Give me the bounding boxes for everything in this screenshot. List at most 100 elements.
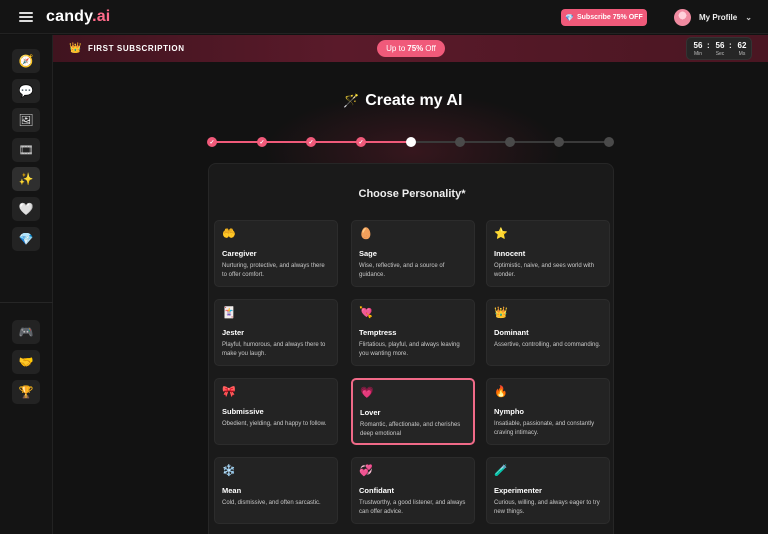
personality-card-confidant[interactable]: 💞 Confidant Trustworthy, a good listener, … xyxy=(351,457,475,524)
personality-panel: Choose Personality* 🤲 Caregiver Nurturing,… xyxy=(208,163,614,534)
timer-ms-label: Ms xyxy=(738,51,746,57)
step-2: ✓ xyxy=(257,137,267,147)
compass-icon: 🧭 xyxy=(18,54,34,68)
timer-ms: 62 xyxy=(737,41,747,50)
personality-card-experimenter[interactable]: 🧪 Experimenter Curious, willing, and alway… xyxy=(486,457,610,524)
personality-description: Trustworthy, a good listener, and always… xyxy=(359,500,466,515)
sidebar-item-collection[interactable]: 🎞 xyxy=(12,138,40,162)
magic-wand-icon: 🪄 xyxy=(343,93,360,108)
submissive-icon: 🎀 xyxy=(222,386,236,398)
chevron-down-icon: ⌄ xyxy=(745,12,752,22)
sidebar-item-affiliate[interactable]: 🤝 xyxy=(12,350,40,374)
step-9 xyxy=(604,137,614,147)
personality-card-mean[interactable]: ❄️ Mean Cold, dismissive, and often sarcas… xyxy=(214,457,338,524)
personality-title: Temptress xyxy=(359,328,397,337)
personality-title: Mean xyxy=(222,486,242,495)
personality-title: Submissive xyxy=(222,407,264,416)
diamond-icon: 💎 xyxy=(18,232,34,246)
timer-seconds: 56 xyxy=(715,41,725,50)
magic-wand-icon: ✨ xyxy=(18,172,34,186)
subscribe-button[interactable]: 💎 Subscribe 75% OFF xyxy=(561,9,647,26)
heart-pair-icon: 🤍 xyxy=(18,202,34,216)
discord-icon: 🎮 xyxy=(18,325,34,339)
personality-title: Caregiver xyxy=(222,249,257,258)
profile-menu[interactable]: My Profile ⌄ xyxy=(674,8,752,26)
personality-description: Curious, willing, and always eager to tr… xyxy=(494,500,600,515)
personality-card-submissive[interactable]: 🎀 Submissive Obedient, yielding, and happy… xyxy=(214,378,338,445)
sidebar-item-chat[interactable]: 💬 xyxy=(12,79,40,103)
step-5 xyxy=(406,137,416,147)
personality-description: Romantic, affectionate, and cherishes de… xyxy=(360,422,461,437)
personality-description: Wise, reflective, and a source of guidan… xyxy=(359,263,445,278)
lover-icon: 💗 xyxy=(360,387,374,399)
experimenter-icon: 🧪 xyxy=(494,465,508,477)
chat-icon: 💬 xyxy=(18,84,34,98)
affiliate-icon: 🤝 xyxy=(18,355,34,369)
personality-card-caregiver[interactable]: 🤲 Caregiver Nurturing, protective, and alw… xyxy=(214,220,338,287)
sidebar-item-gallery[interactable]: 🖼 xyxy=(12,108,40,132)
personality-description: Nurturing, protective, and always there … xyxy=(222,263,325,278)
menu-icon[interactable] xyxy=(19,12,33,22)
countdown-timer: 56 Min : 56 Sec : 62 Ms xyxy=(686,37,752,60)
step-6 xyxy=(455,137,465,147)
caregiver-icon: 🤲 xyxy=(222,228,236,240)
confidant-icon: 💞 xyxy=(359,465,373,477)
timer-minutes-label: Min xyxy=(693,51,703,57)
logo-text: candy xyxy=(46,8,93,25)
step-8 xyxy=(554,137,564,147)
step-7 xyxy=(505,137,515,147)
logo[interactable]: candy.ai xyxy=(46,8,110,26)
personality-card-sage[interactable]: 🥚 Sage Wise, reflective, and a source of g… xyxy=(351,220,475,287)
sage-icon: 🥚 xyxy=(359,228,373,240)
pill-percent: 75% xyxy=(407,44,424,53)
step-1: ✓ xyxy=(207,137,217,147)
promo-banner[interactable]: 👑 FIRST SUBSCRIPTION Up to 75% Off 56 Min… xyxy=(53,35,768,62)
personality-description: Playful, humorous, and always there to m… xyxy=(222,342,326,357)
page-title: 🪄 Create my AI xyxy=(343,91,462,111)
personality-title: Innocent xyxy=(494,249,526,258)
crown-icon: 👑 xyxy=(69,43,82,54)
main-content: 🪄 Create my AI ✓ ✓ ✓ ✓ Choose Personality* … xyxy=(53,62,768,534)
personality-title: Experimenter xyxy=(494,486,542,495)
sidebar-item-premium[interactable]: 💎 xyxy=(12,227,40,251)
personality-description: Cold, dismissive, and often sarcastic. xyxy=(222,500,321,506)
timer-seconds-label: Sec xyxy=(715,51,725,57)
personality-card-nympho[interactable]: 🔥 Nympho Insatiable, passionate, and const… xyxy=(486,378,610,445)
personality-description: Insatiable, passionate, and constantly c… xyxy=(494,421,595,436)
pill-prefix: Up to xyxy=(386,44,406,53)
personality-title: Jester xyxy=(222,328,245,337)
personality-card-lover[interactable]: 💗 Lover Romantic, affectionate, and cheris… xyxy=(351,378,475,445)
profile-label: My Profile xyxy=(699,12,738,22)
personality-card-temptress[interactable]: 💘 Temptress Flirtatious, playful, and alwa… xyxy=(351,299,475,366)
personality-title: Dominant xyxy=(494,328,529,337)
personality-card-dominant[interactable]: 👑 Dominant Assertive, controlling, and com… xyxy=(486,299,610,366)
discount-pill[interactable]: Up to 75% Off xyxy=(377,40,445,57)
sidebar-item-explore[interactable]: 🧭 xyxy=(12,49,40,73)
dominant-icon: 👑 xyxy=(494,307,508,319)
timer-separator: : xyxy=(729,41,732,50)
timer-minutes: 56 xyxy=(693,41,703,50)
page-title-text: Create my AI xyxy=(365,92,463,109)
avatar xyxy=(674,8,691,26)
personality-card-innocent[interactable]: ⭐ Innocent Optimistic, naive, and sees wor… xyxy=(486,220,610,287)
sidebar-item-create[interactable]: ✨ xyxy=(12,167,40,191)
progress-stepper: ✓ ✓ ✓ ✓ xyxy=(207,136,614,148)
innocent-icon: ⭐ xyxy=(494,228,508,240)
nympho-icon: 🔥 xyxy=(494,386,508,398)
logo-accent: .ai xyxy=(92,8,111,25)
step-4: ✓ xyxy=(356,137,366,147)
collection-icon: 🎞 xyxy=(18,143,34,157)
sidebar-item-leaderboard[interactable]: 🏆 xyxy=(12,380,40,404)
banner-title: FIRST SUBSCRIPTION xyxy=(88,44,185,53)
jester-icon: 🃏 xyxy=(222,307,236,319)
step-3: ✓ xyxy=(306,137,316,147)
personality-title: Lover xyxy=(360,408,381,417)
personality-title: Sage xyxy=(359,249,377,258)
sidebar-item-my-ai[interactable]: 🤍 xyxy=(12,197,40,221)
timer-separator: : xyxy=(707,41,710,50)
personality-title: Confidant xyxy=(359,486,394,495)
subscribe-label: Subscribe 75% OFF xyxy=(576,14,643,21)
personality-card-jester[interactable]: 🃏 Jester Playful, humorous, and always the… xyxy=(214,299,338,366)
sidebar: 🧭 💬 🖼 🎞 ✨ 🤍 💎 🎮 🤝 🏆 xyxy=(0,35,53,534)
sidebar-item-discord[interactable]: 🎮 xyxy=(12,320,40,344)
